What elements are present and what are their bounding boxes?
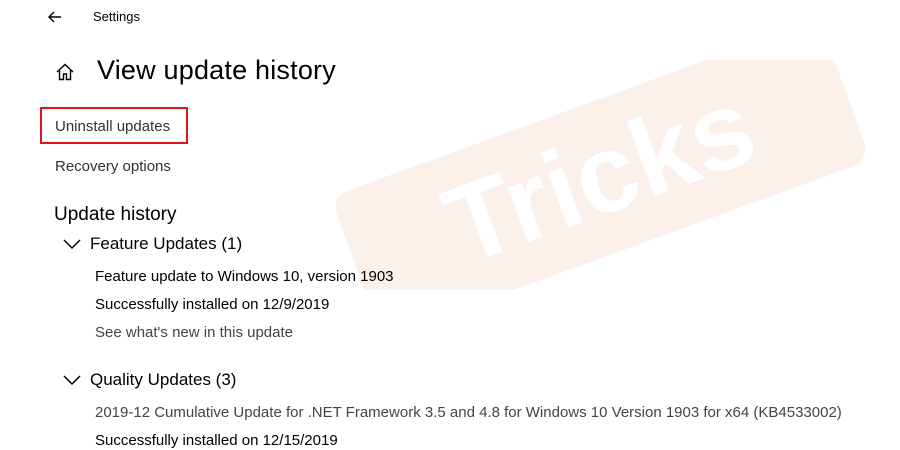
- update-name-link[interactable]: 2019-12 Cumulative Update for .NET Frame…: [95, 404, 842, 421]
- uninstall-updates-link[interactable]: Uninstall updates: [55, 118, 170, 135]
- home-icon[interactable]: [55, 62, 75, 82]
- watermark-logo: Tricks: [335, 60, 866, 290]
- quality-updates-toggle[interactable]: Quality Updates (3): [62, 370, 236, 390]
- install-status: Successfully installed on 12/9/2019: [95, 296, 330, 313]
- feature-updates-label: Feature Updates (1): [90, 234, 243, 253]
- recovery-options-link[interactable]: Recovery options: [55, 158, 171, 175]
- install-status: Successfully installed on 12/15/2019: [95, 432, 338, 449]
- quality-updates-label: Quality Updates (3): [90, 370, 237, 389]
- whats-new-link[interactable]: See what's new in this update: [95, 324, 293, 341]
- update-name: Feature update to Windows 10, version 19…: [95, 268, 394, 285]
- title-bar: Settings: [0, 0, 900, 34]
- update-history-heading: Update history: [54, 204, 177, 225]
- feature-updates-toggle[interactable]: Feature Updates (1): [62, 234, 242, 254]
- app-title: Settings: [93, 9, 140, 24]
- back-arrow-icon: [48, 11, 61, 23]
- page-title: View update history: [97, 55, 336, 85]
- svg-text:Tricks: Tricks: [429, 64, 770, 288]
- chevron-down-icon: [63, 239, 81, 250]
- back-button[interactable]: [44, 6, 66, 28]
- chevron-down-icon: [63, 375, 81, 386]
